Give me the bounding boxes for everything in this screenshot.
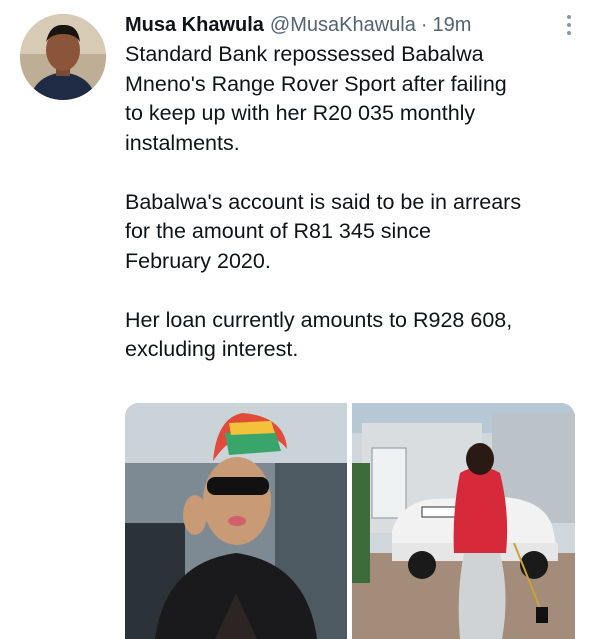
media-photo-car[interactable]: [352, 403, 575, 639]
author-avatar[interactable]: [20, 14, 106, 100]
tweet-paragraph-3: Her loan currently amounts to R928 608, …: [125, 307, 513, 362]
author-name[interactable]: Musa Khawula: [125, 14, 264, 37]
tweet-paragraph-2: Babalwa's account is said to be in arrea…: [125, 189, 522, 273]
media-photo-selfie[interactable]: [125, 403, 347, 639]
tweet-paragraph-1: Standard Bank repossessed Babalwa Mneno'…: [125, 42, 507, 155]
more-options-icon[interactable]: [560, 12, 578, 38]
author-handle[interactable]: @MusaKhawula: [270, 14, 416, 37]
separator-dot: ·: [420, 13, 428, 36]
tweet-media: [125, 403, 575, 639]
tweet-timestamp[interactable]: 19m: [433, 14, 472, 37]
tweet-text: Standard Bank repossessed Babalwa Mneno'…: [125, 40, 575, 394]
tweet-header: Musa Khawula @MusaKhawula · 19m: [125, 10, 578, 40]
